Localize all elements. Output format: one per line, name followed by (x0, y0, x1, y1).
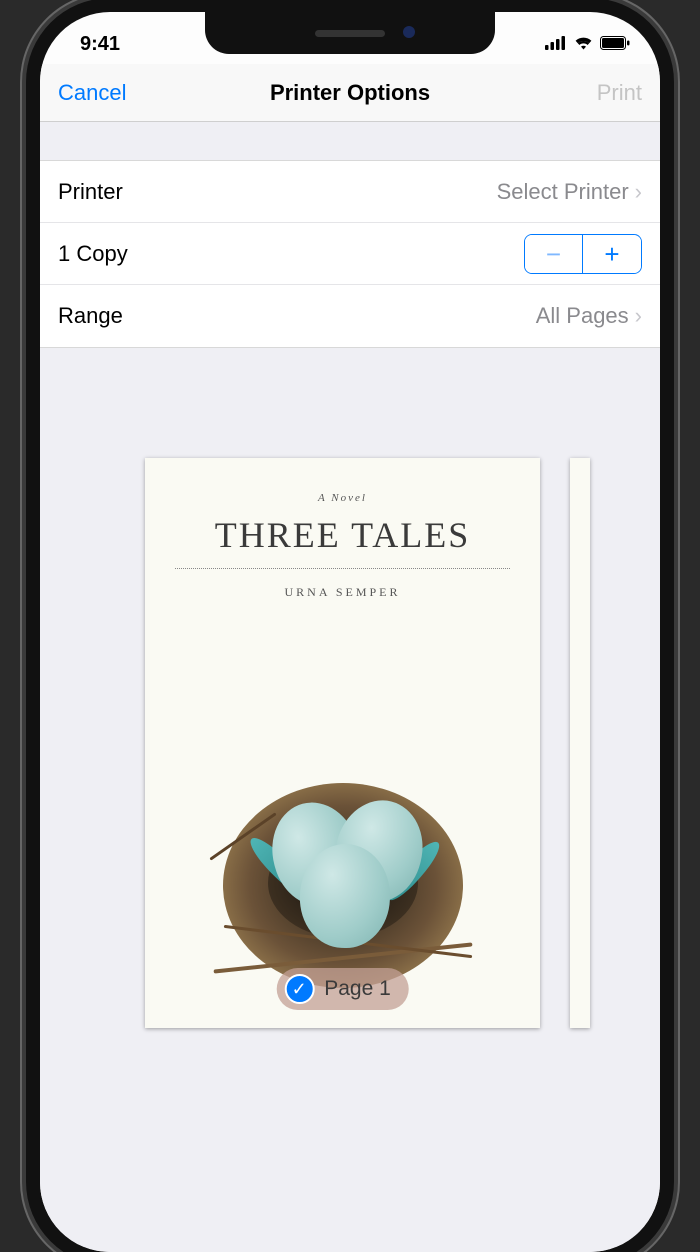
battery-icon (600, 33, 630, 56)
front-camera (403, 26, 415, 38)
cover-author: URNA SEMPER (175, 585, 510, 600)
checkmark-icon: ✓ (284, 974, 314, 1004)
status-time: 9:41 (80, 33, 120, 56)
phone-frame: 9:41 Cancel Printer Options Print Printe… (40, 12, 660, 1252)
cover-subtitle: A Novel (175, 492, 510, 504)
cover-title: THREE TALES (175, 514, 510, 556)
cover-divider (175, 568, 510, 569)
printer-label: Printer (58, 179, 123, 205)
cancel-button[interactable]: Cancel (58, 80, 126, 106)
increment-button[interactable]: + (583, 235, 641, 273)
range-label: Range (58, 303, 123, 329)
range-row[interactable]: Range All Pages › (40, 285, 660, 347)
page-thumbnail-2[interactable] (570, 458, 590, 1028)
options-list: Printer Select Printer › 1 Copy − + Rang… (40, 160, 660, 348)
copies-stepper: − + (524, 234, 642, 274)
copies-label: 1 Copy (58, 241, 128, 267)
speaker-grille (315, 30, 385, 37)
content: Printer Select Printer › 1 Copy − + Rang… (40, 122, 660, 1252)
page-thumbnail-1[interactable]: A Novel THREE TALES URNA SEMPER ✓ Page (145, 458, 540, 1028)
page-pill-label: Page 1 (324, 977, 391, 1001)
notch (205, 12, 495, 54)
wifi-icon (573, 33, 594, 56)
status-indicators (545, 33, 630, 56)
preview-area[interactable]: A Novel THREE TALES URNA SEMPER ✓ Page (40, 348, 660, 1028)
range-value: All Pages (536, 303, 629, 329)
chevron-right-icon: › (635, 179, 642, 205)
printer-row[interactable]: Printer Select Printer › (40, 161, 660, 223)
chevron-right-icon: › (635, 303, 642, 329)
print-button: Print (597, 80, 642, 106)
cellular-icon (545, 33, 567, 56)
cover-art (193, 698, 493, 998)
decrement-button[interactable]: − (525, 235, 583, 273)
printer-value: Select Printer (497, 179, 629, 205)
page-title: Printer Options (270, 80, 430, 106)
copies-row: 1 Copy − + (40, 223, 660, 285)
nav-bar: Cancel Printer Options Print (40, 64, 660, 122)
page-selection-pill[interactable]: ✓ Page 1 (276, 968, 409, 1010)
